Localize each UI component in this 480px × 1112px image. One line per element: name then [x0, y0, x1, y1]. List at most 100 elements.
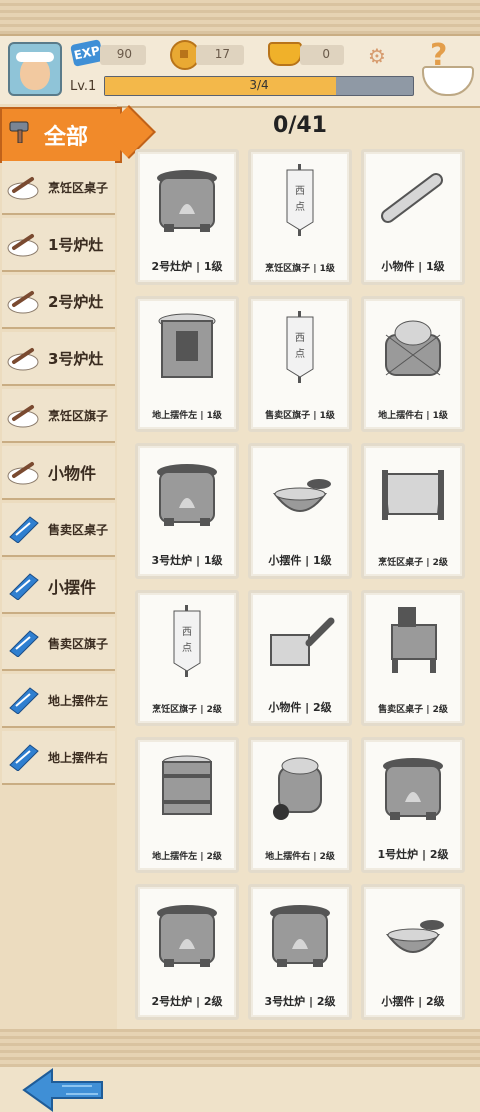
category-sidebar: 全部 烹饪区桌子 1号炉灶 2号炉灶 3号炉灶烹饪区旗子小物件售卖区桌子小摆件售卖区旗… [0, 104, 156, 1112]
coin-value: 17 [214, 47, 230, 61]
item-card-label: 烹饪区旗子 | 1级 [265, 264, 335, 274]
item-card-label: 2号灶炉 | 2级 [151, 995, 223, 1008]
sidebar-item-label: 1号炉灶 [48, 235, 104, 254]
sidebar-item-label: 3号炉灶 [48, 349, 104, 368]
item-card[interactable]: 2号灶炉 | 2级 [135, 884, 239, 1020]
sidebar-item-label: 烹饪区桌子 [48, 180, 109, 195]
item-card-label: 烹饪区桌子 | 2级 [378, 558, 448, 568]
item-card-label: 地上摆件右 | 2级 [265, 852, 335, 862]
banner-icon: 西点 [286, 164, 314, 236]
sidebar-item-label: 小摆件 [48, 578, 97, 597]
item-card[interactable]: 3号灶炉 | 2级 [248, 884, 352, 1020]
svg-text:点: 点 [182, 642, 192, 654]
dumpling-icon [7, 234, 39, 257]
svg-text:点: 点 [295, 201, 305, 213]
item-card[interactable]: 售卖区桌子 | 2级 [361, 590, 465, 726]
item-card[interactable]: 1号灶炉 | 2级 [361, 737, 465, 873]
tab-all-label: 全部 [44, 125, 89, 150]
stove-icon [157, 170, 217, 232]
player-avatar[interactable] [8, 42, 62, 96]
svg-text:西: 西 [182, 627, 192, 638]
item-card-label: 2号灶炉 | 1级 [151, 260, 223, 273]
dumpling-icon [7, 177, 39, 200]
sidebar-item-label: 2号炉灶 [48, 292, 104, 311]
item-card[interactable]: 地上摆件左 | 2级 [135, 737, 239, 873]
sidebar-item[interactable]: 烹饪区旗子 [2, 389, 115, 443]
table-icon [382, 470, 444, 520]
banner-icon: 西点 [173, 605, 201, 677]
sidebar-item-label: 售卖区桌子 [48, 522, 109, 537]
item-card-label: 3号灶炉 | 2级 [264, 995, 336, 1008]
svg-text:西: 西 [295, 333, 305, 344]
dumpling-icon [7, 348, 39, 371]
stove-icon [383, 758, 443, 820]
basket-icon [385, 320, 441, 376]
level-progress-bar: 3/4 [104, 76, 414, 96]
item-card[interactable]: 烹饪区桌子 | 2级 [361, 443, 465, 579]
item-card-label: 小物件 | 1级 [381, 260, 445, 273]
exp-icon: EXP [70, 39, 104, 67]
ingot-stat: 0 [300, 45, 344, 65]
svg-text:点: 点 [295, 348, 305, 360]
item-card[interactable]: 西点烹饪区旗子 | 1级 [248, 149, 352, 285]
noodle-bowl-help-icon[interactable]: ? [418, 38, 474, 98]
sidebar-item[interactable]: 售卖区桌子 [2, 503, 115, 557]
item-card[interactable]: 小摆件 | 2级 [361, 884, 465, 1020]
back-arrow-icon[interactable] [22, 1068, 104, 1112]
sidebar-item-label: 地上摆件左 [48, 693, 109, 708]
item-card-label: 小摆件 | 1级 [268, 554, 332, 567]
sidebar-item[interactable]: 小摆件 [2, 560, 115, 614]
item-card-label: 地上摆件左 | 2级 [152, 852, 222, 862]
item-card-label: 售卖区旗子 | 1级 [265, 411, 335, 421]
item-card[interactable]: 地上摆件左 | 1级 [135, 296, 239, 432]
sidebar-item[interactable]: 3号炉灶 [2, 332, 115, 386]
stove-icon [157, 464, 217, 526]
progress-text: 3/4 [249, 78, 269, 92]
sidebar-item[interactable]: 烹饪区桌子 [2, 161, 115, 215]
cleaver-icon [270, 617, 335, 666]
player-header: EXP 90 17 0 ⚙ Lv.1 3/4 ? [0, 34, 480, 108]
sidebar-item[interactable]: 地上摆件右 [2, 731, 115, 785]
item-card[interactable]: 地上摆件右 | 2级 [248, 737, 352, 873]
item-card[interactable]: 西点烹饪区旗子 | 2级 [135, 590, 239, 726]
item-card[interactable]: 小物件 | 2级 [248, 590, 352, 726]
item-card-label: 1号灶炉 | 2级 [377, 848, 449, 861]
coin-stat: 17 [196, 45, 244, 65]
hammer-icon [9, 121, 29, 143]
svg-text:西: 西 [295, 186, 305, 197]
jar-icon [273, 757, 322, 820]
stove-icon [270, 905, 330, 967]
item-card-label: 3号灶炉 | 1级 [151, 554, 223, 567]
item-card[interactable]: 西点售卖区旗子 | 1级 [248, 296, 352, 432]
item-card-label: 小摆件 | 2级 [381, 995, 445, 1008]
item-card[interactable]: 小物件 | 1级 [361, 149, 465, 285]
ingot-value: 0 [322, 47, 330, 61]
bowl-icon [273, 479, 331, 512]
exp-stat: 90 [100, 45, 146, 65]
bowl-icon [386, 920, 444, 953]
gear-icon[interactable]: ⚙ [368, 44, 386, 68]
sidebar-item-label: 售卖区旗子 [48, 636, 109, 651]
item-card[interactable]: 3号灶炉 | 1级 [135, 443, 239, 579]
sidebar-item[interactable]: 1号炉灶 [2, 218, 115, 272]
item-card-label: 地上摆件左 | 1级 [152, 411, 222, 421]
barrel-icon [162, 755, 212, 815]
sidebar-item[interactable]: 2号炉灶 [2, 275, 115, 329]
sidebar-item[interactable]: 地上摆件左 [2, 674, 115, 728]
stove-icon [157, 905, 217, 967]
cabinet-icon [158, 313, 216, 378]
sidebar-item[interactable]: 售卖区旗子 [2, 617, 115, 671]
sidebar-item-label: 烹饪区旗子 [48, 408, 109, 423]
gold-ingot-icon [268, 42, 302, 66]
tab-all[interactable]: 全部 [0, 105, 156, 163]
item-card-label: 烹饪区旗子 | 2级 [152, 705, 222, 715]
rolling-pin-icon [381, 173, 443, 223]
item-card[interactable]: 2号灶炉 | 1级 [135, 149, 239, 285]
dumpling-icon [7, 291, 39, 314]
dumpling-icon [7, 462, 39, 485]
sidebar-item[interactable]: 小物件 [2, 446, 115, 500]
item-card[interactable]: 小摆件 | 1级 [248, 443, 352, 579]
item-card-label: 售卖区桌子 | 2级 [378, 705, 448, 715]
item-card[interactable]: 地上摆件右 | 1级 [361, 296, 465, 432]
wood-bottom-border [0, 1029, 480, 1067]
